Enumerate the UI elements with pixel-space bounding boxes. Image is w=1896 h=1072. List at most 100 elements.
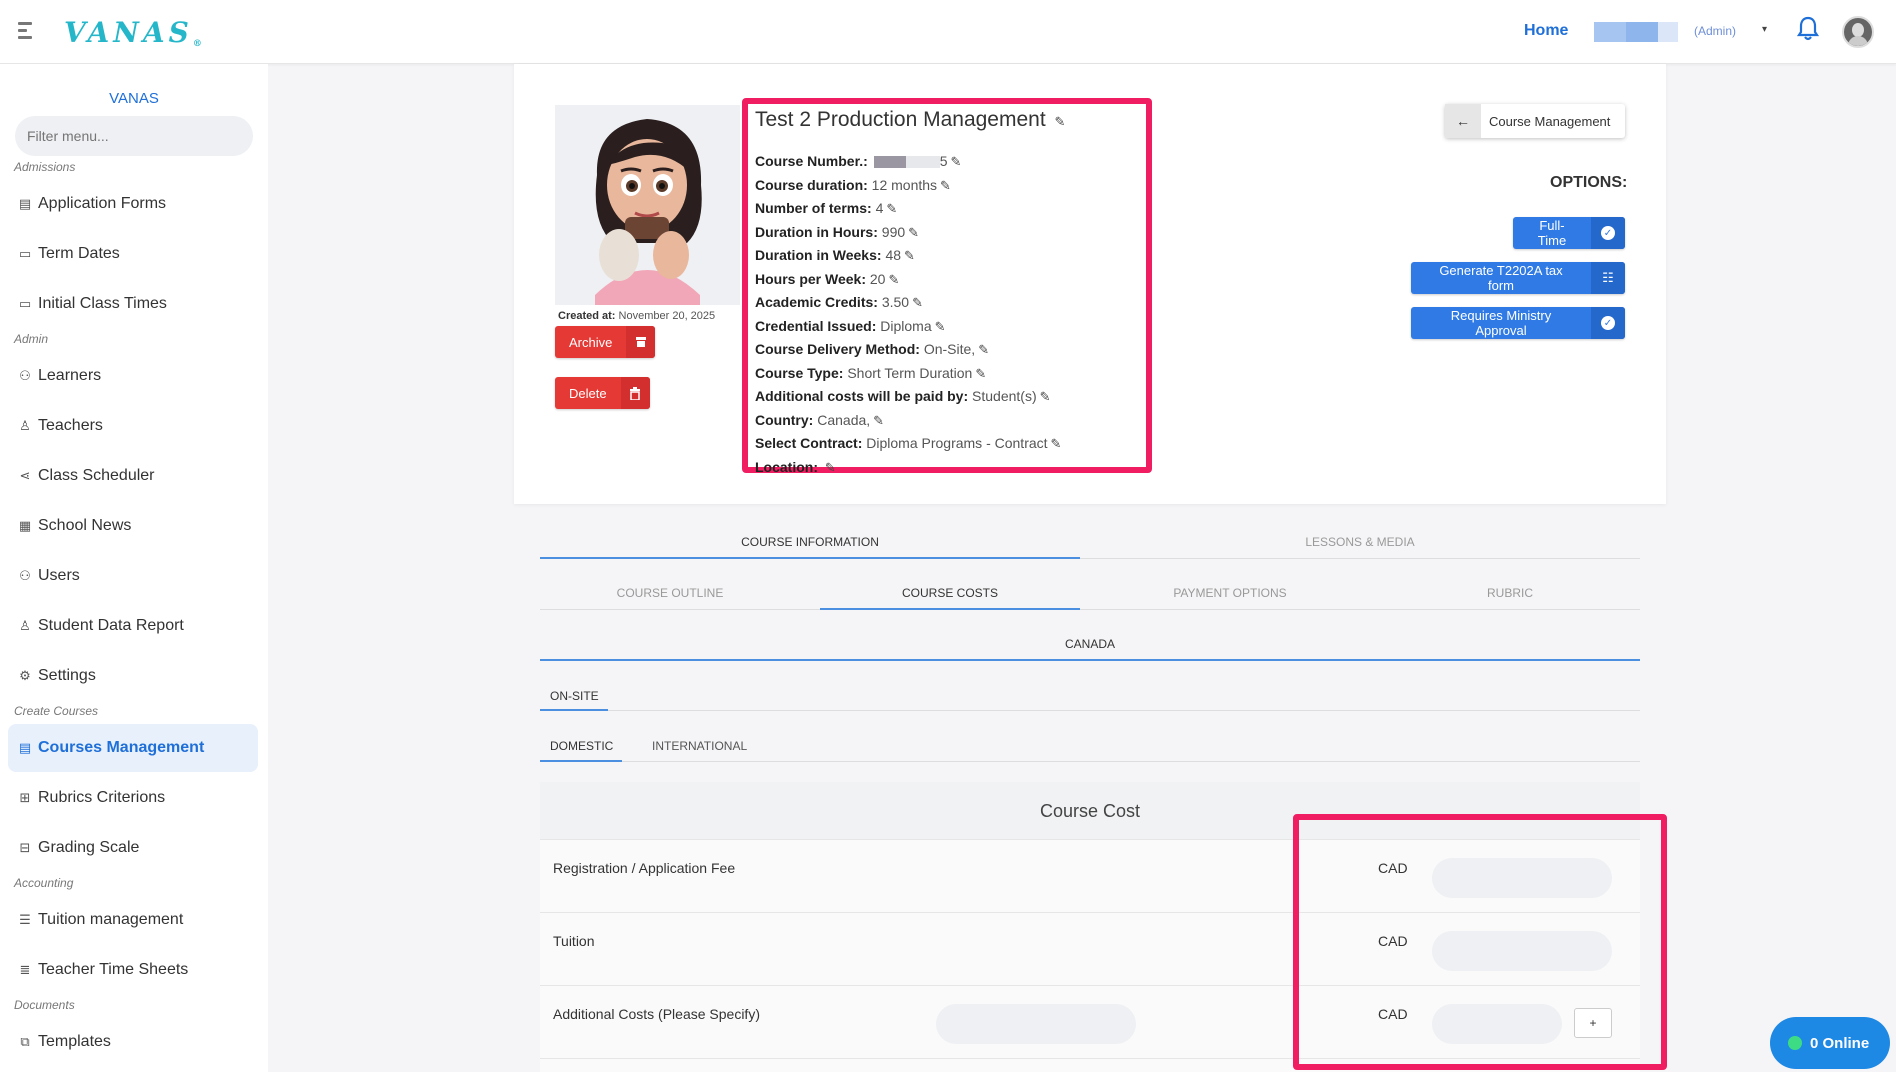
sidebar-item-student-data-report[interactable]: ♙ Student Data Report — [8, 602, 258, 650]
detail-value: Student(s) — [972, 388, 1037, 404]
user-role[interactable]: (Admin) — [1694, 24, 1736, 38]
edit-icon[interactable]: ✎ — [940, 175, 951, 198]
tab-canada[interactable]: CANADA — [540, 637, 1640, 651]
tab-lessons-media[interactable]: LESSONS & MEDIA — [1080, 535, 1640, 549]
top-bar: VANAS® Home (Admin) ▾ — [0, 0, 1896, 64]
delete-label: Delete — [569, 385, 607, 401]
cost-label: Tuition — [553, 933, 595, 949]
requires-ministry-approval-button[interactable]: Requires Ministry Approval ✓ — [1411, 307, 1625, 339]
calendar-icon: ▭ — [18, 246, 32, 261]
bell-icon[interactable] — [1796, 16, 1820, 42]
edit-icon[interactable]: ✎ — [886, 198, 897, 221]
user-name-redacted[interactable] — [1594, 22, 1678, 42]
edit-icon[interactable]: ✎ — [904, 245, 915, 268]
sidebar-item-label: Grading Scale — [38, 839, 140, 856]
sidebar-item-school-news[interactable]: ▦ School News — [8, 502, 258, 550]
full-time-button[interactable]: Full-Time ✓ — [1513, 217, 1625, 249]
detail-label: Course Type: — [755, 364, 844, 381]
tab-course-outline[interactable]: COURSE OUTLINE — [540, 586, 800, 600]
edit-icon[interactable]: ✎ — [1040, 386, 1051, 409]
document-icon: ▤ — [18, 196, 32, 211]
edit-icon[interactable]: ✎ — [908, 222, 919, 245]
tab-payment-options[interactable]: PAYMENT OPTIONS — [1100, 586, 1360, 600]
calendar-icon: ▭ — [18, 296, 32, 311]
detail-label: Course Delivery Method: — [755, 341, 920, 357]
list-icon: ☰ — [19, 912, 31, 927]
sidebar-item-courses-management[interactable]: ▤ Courses Management — [8, 724, 258, 772]
detail-label: Additional costs will be paid by: — [755, 388, 969, 404]
avatar[interactable] — [1842, 16, 1874, 48]
edit-icon[interactable]: ✎ — [935, 316, 946, 339]
detail-label: Select Contract: — [755, 435, 863, 451]
sidebar-item-application-forms[interactable]: ▤ Application Forms — [8, 180, 258, 228]
sidebar-item-teachers[interactable]: ♙ Teachers — [8, 402, 258, 450]
logo[interactable]: VANAS® — [64, 16, 206, 49]
timesheet-icon: ≣ — [19, 962, 31, 977]
generate-tax-form-button[interactable]: Generate T2202A tax form ☷ — [1411, 262, 1625, 294]
tab-international[interactable]: INTERNATIONAL — [652, 739, 747, 753]
tab-course-costs[interactable]: COURSE COSTS — [820, 586, 1080, 600]
tab-on-site[interactable]: ON-SITE — [550, 689, 599, 703]
sidebar-item-grading-scale[interactable]: ⊟ Grading Scale — [8, 824, 258, 872]
sidebar-item-rubrics-criterions[interactable]: ⊞ Rubrics Criterions — [8, 774, 258, 822]
course-number-redacted — [873, 156, 906, 169]
sidebar-item-users[interactable]: ⚇ Users — [8, 552, 258, 600]
cost-inputs-highlight — [1293, 814, 1667, 1070]
edit-icon[interactable]: ✎ — [825, 457, 836, 480]
edit-icon[interactable]: ✎ — [873, 410, 884, 433]
nav-home-link[interactable]: Home — [1524, 22, 1568, 40]
archive-button[interactable]: Archive — [555, 326, 655, 358]
sidebar-item-settings[interactable]: ⚙ Settings — [8, 652, 258, 700]
edit-icon[interactable]: ✎ — [975, 363, 986, 386]
sidebar-item-term-dates[interactable]: ▭ Term Dates — [8, 230, 258, 278]
sidebar-item-label: Teacher Time Sheets — [38, 961, 189, 978]
user-icon: ♙ — [19, 418, 31, 433]
edit-icon[interactable]: ✎ — [912, 292, 923, 315]
detail-label: Course duration: — [755, 176, 868, 193]
list-icon: ☷ — [1591, 262, 1625, 294]
section-accounting: Accounting — [14, 876, 74, 890]
users-icon: ⚇ — [19, 568, 31, 583]
sidebar-item-templates[interactable]: ⧉ Templates — [8, 1018, 258, 1066]
edit-icon[interactable]: ✎ — [951, 151, 962, 174]
detail-delivery-method: Course Delivery Method: On-Site, ✎ — [755, 338, 1061, 362]
detail-location: Location: ✎ — [755, 456, 1061, 480]
detail-country: Country: Canada, ✎ — [755, 409, 1061, 433]
sidebar-item-label: Initial Class Times — [38, 295, 167, 312]
detail-duration-weeks: Duration in Weeks: 48 ✎ — [755, 244, 1061, 268]
detail-course-number: Course Number.: 5 ✎ — [755, 150, 1061, 174]
sidebar-item-initial-class-times[interactable]: ▭ Initial Class Times — [8, 280, 258, 328]
sidebar-item-label: School News — [38, 517, 132, 534]
sidebar-item-teacher-time-sheets[interactable]: ≣ Teacher Time Sheets — [8, 946, 258, 994]
users-icon: ⚇ — [19, 368, 31, 383]
delete-button[interactable]: Delete — [555, 377, 650, 409]
sidebar-item-class-scheduler[interactable]: ⋖ Class Scheduler — [8, 452, 258, 500]
chevron-down-icon[interactable]: ▾ — [1762, 24, 1767, 35]
detail-contract: Select Contract: Diploma Programs - Cont… — [755, 432, 1061, 456]
edit-icon[interactable]: ✎ — [1051, 433, 1062, 456]
section-documents: Documents — [14, 998, 75, 1012]
detail-duration-hours: Duration in Hours: 990 ✎ — [755, 221, 1061, 245]
sidebar-item-tuition-management[interactable]: ☰ Tuition management — [8, 896, 258, 944]
tab-rubric[interactable]: RUBRIC — [1380, 586, 1640, 600]
online-count: 0 Online — [1810, 1034, 1870, 1052]
detail-label: Academic Credits: — [755, 294, 878, 310]
course-title: Test 2 Production Management ✎ — [755, 108, 1065, 132]
filter-menu-input[interactable] — [15, 116, 253, 156]
section-admin: Admin — [14, 332, 49, 346]
detail-label: Location: — [755, 458, 818, 475]
tab-domestic[interactable]: DOMESTIC — [550, 739, 613, 753]
sidebar-item-label: Teachers — [38, 417, 103, 434]
additional-costs-description-input[interactable] — [936, 1004, 1136, 1044]
sidebar-item-learners[interactable]: ⚇ Learners — [8, 352, 258, 400]
online-status-badge[interactable]: 0 Online — [1770, 1017, 1890, 1069]
check-circle-icon: ✓ — [1591, 217, 1625, 249]
edit-icon[interactable]: ✎ — [978, 339, 989, 362]
tab-course-information[interactable]: COURSE INFORMATION — [540, 535, 1080, 549]
menu-icon[interactable] — [18, 22, 32, 40]
detail-value: 12 months — [871, 176, 938, 193]
edit-icon[interactable]: ✎ — [888, 269, 899, 292]
edit-icon[interactable]: ✎ — [1055, 114, 1066, 130]
course-management-back-button[interactable]: ← Course Management — [1445, 104, 1625, 138]
detail-value: 5 — [939, 153, 948, 169]
